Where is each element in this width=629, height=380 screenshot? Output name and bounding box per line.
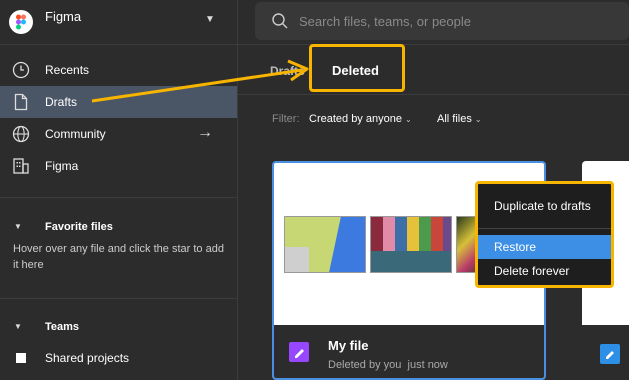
collapse-triangle-icon[interactable]: ▼ — [14, 222, 22, 231]
chevron-down-icon[interactable]: ▼ — [205, 14, 215, 25]
team-item-shared-projects[interactable]: Shared projects — [0, 342, 237, 374]
chevron-down-icon: ⌄ — [405, 115, 412, 124]
figma-logo-icon — [9, 10, 33, 34]
chevron-down-icon: ⌄ — [474, 115, 482, 124]
file-icon — [14, 93, 28, 111]
nav-label-drafts: Drafts — [45, 95, 78, 109]
menu-item-restore[interactable]: Restore — [478, 235, 611, 259]
globe-icon — [12, 125, 30, 143]
nav-item-figma-org[interactable]: Figma — [0, 150, 237, 182]
arrow-right-icon[interactable]: → — [197, 124, 213, 142]
favorite-files-title: Favorite files — [45, 221, 113, 233]
file-card-footer — [274, 325, 544, 378]
thumbnail-green-frame — [284, 216, 366, 273]
filter-label: Filter: — [272, 113, 300, 125]
building-icon — [13, 158, 29, 174]
team-label: Shared projects — [45, 351, 130, 365]
file-pen-icon — [289, 342, 309, 362]
menu-item-duplicate-to-drafts[interactable]: Duplicate to drafts — [478, 194, 611, 218]
nav-label-figma: Figma — [45, 159, 79, 173]
context-menu: Duplicate to drafts Restore Delete forev… — [475, 181, 614, 288]
menu-separator — [478, 228, 611, 229]
menu-item-delete-forever[interactable]: Delete forever — [478, 259, 611, 283]
menu-item-label: Duplicate to drafts — [494, 199, 591, 213]
file-deleted-when: just now — [407, 359, 448, 371]
menu-item-label: Delete forever — [494, 264, 570, 278]
file-pen-icon — [600, 344, 620, 364]
divider — [238, 44, 629, 45]
type-filter-dropdown[interactable]: All files ⌄ — [437, 113, 482, 125]
menu-item-label: Restore — [494, 240, 537, 254]
nav-label-community: Community — [45, 127, 106, 141]
nav-item-community[interactable]: Community → — [0, 118, 237, 150]
owner-filter-label: Created by anyone — [309, 113, 402, 125]
divider — [0, 298, 237, 299]
search-placeholder: Search files, teams, or people — [299, 14, 471, 29]
file-name: My file — [328, 338, 369, 353]
teams-title: Teams — [45, 321, 80, 333]
search-icon — [272, 13, 288, 29]
thumbnail-photo-burano — [370, 216, 452, 273]
nav-label-recents: Recents — [45, 63, 90, 77]
account-switcher[interactable]: Figma ▼ — [0, 0, 237, 45]
type-filter-label: All files — [437, 113, 472, 125]
tab-drafts[interactable]: Drafts — [270, 64, 305, 78]
tab-deleted[interactable]: Deleted — [332, 63, 379, 78]
file-meta: Deleted by you just now — [328, 359, 448, 371]
divider — [0, 197, 237, 198]
owner-filter-dropdown[interactable]: Created by anyone ⌄ — [309, 113, 412, 125]
divider — [238, 94, 629, 95]
nav-item-drafts[interactable]: Drafts — [0, 86, 237, 118]
clock-icon — [12, 61, 30, 79]
team-square-icon — [16, 353, 26, 363]
nav-item-recents[interactable]: Recents — [0, 54, 237, 86]
file-deleted-by: Deleted by you — [328, 359, 402, 371]
favorite-files-hint: Hover over any file and click the star t… — [13, 243, 224, 271]
collapse-triangle-icon[interactable]: ▼ — [14, 322, 22, 331]
account-name: Figma — [45, 9, 82, 24]
sidebar: Figma ▼ Recents Drafts Community → Figma… — [0, 0, 238, 380]
